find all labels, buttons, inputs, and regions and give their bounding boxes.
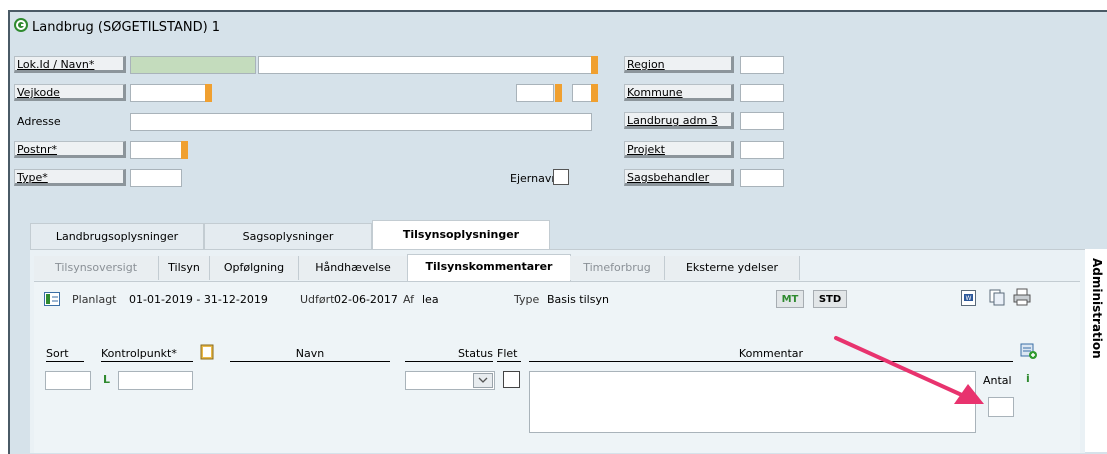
l-indicator: L	[103, 373, 111, 386]
col-kontrolpunkt: Kontrolpunkt*	[101, 347, 193, 362]
sort-input[interactable]	[45, 371, 91, 390]
administration-tab[interactable]: Administration	[1080, 258, 1104, 398]
lok-id-button[interactable]: Lok.Id / Navn*	[14, 56, 126, 73]
subtab-opfoelgning[interactable]: Opfølgning	[210, 256, 299, 280]
vejkode-button[interactable]: Vejkode	[14, 84, 126, 101]
type-label: Type	[514, 293, 540, 306]
info-icon[interactable]: i	[1026, 372, 1030, 385]
udfoert-value: 02-06-2017	[334, 293, 398, 306]
copy-icon[interactable]	[989, 289, 1005, 306]
book-icon[interactable]	[199, 344, 215, 360]
region-button[interactable]: Region	[624, 56, 734, 73]
subtab-haandhaevelse[interactable]: Håndhævelse	[299, 256, 408, 280]
col-navn: Navn	[230, 347, 390, 362]
adresse-input[interactable]	[130, 113, 592, 131]
record-icon[interactable]	[44, 292, 60, 306]
af-label: Af	[403, 293, 415, 306]
flet-checkbox[interactable]	[503, 371, 520, 388]
subtab-timeforbrug[interactable]: Timeforbrug	[570, 256, 665, 280]
std-button[interactable]: STD	[813, 290, 847, 308]
subtab-tilsynsoversigt[interactable]: Tilsynsoversigt	[34, 256, 159, 280]
region-input[interactable]	[740, 56, 784, 74]
mt-button[interactable]: MT	[776, 290, 804, 308]
col-sort: Sort	[46, 347, 84, 362]
lok-id-input[interactable]	[130, 56, 256, 74]
postnr-button[interactable]: Postnr*	[14, 141, 126, 158]
window-title: Landbrug (SØGETILSTAND) 1	[32, 20, 221, 35]
subtab-tilsyn[interactable]: Tilsyn	[159, 256, 210, 280]
ejernavn-checkbox[interactable]	[553, 169, 569, 185]
adresse-label: Adresse	[17, 115, 61, 128]
projekt-input[interactable]	[740, 141, 784, 159]
sagsbehandler-input[interactable]	[740, 169, 784, 187]
udfoert-label: Udført	[300, 293, 335, 306]
subtab-eksterne-ydelser[interactable]: Eksterne ydelser	[665, 256, 800, 280]
type-input[interactable]	[130, 169, 182, 187]
kommune-input[interactable]	[740, 84, 784, 102]
husnr-to-marker	[591, 84, 598, 102]
postnr-input[interactable]	[130, 141, 182, 159]
husnr-from-marker	[555, 84, 562, 102]
planlagt-value: 01-01-2019 - 31-12-2019	[129, 293, 268, 306]
col-flet: Flet	[497, 347, 521, 362]
postnr-required-marker	[181, 141, 188, 159]
chevron-down-icon[interactable]	[473, 373, 493, 388]
antal-input[interactable]	[988, 397, 1014, 417]
type-value: Basis tilsyn	[547, 293, 609, 306]
app-icon	[14, 18, 28, 32]
word-doc-icon[interactable]: W	[961, 290, 976, 306]
af-value: lea	[422, 293, 439, 306]
landbrug-adm-button[interactable]: Landbrug adm 3	[624, 112, 734, 129]
navn-input[interactable]	[258, 56, 592, 74]
add-row-icon[interactable]	[1020, 342, 1038, 360]
husnr-to-input[interactable]	[572, 84, 592, 102]
planlagt-label: Planlagt	[72, 293, 117, 306]
projekt-button[interactable]: Projekt	[624, 141, 734, 158]
navn-required-marker	[591, 56, 598, 74]
subtab-tilsynskommentarer[interactable]: Tilsynskommentarer	[407, 254, 571, 282]
col-status: Status	[405, 347, 493, 362]
sagsbehandler-button[interactable]: Sagsbehandler	[624, 169, 734, 186]
tab-tilsynsoplysninger[interactable]: Tilsynsoplysninger	[372, 220, 550, 250]
kommune-button[interactable]: Kommune	[624, 84, 734, 101]
print-icon[interactable]	[1013, 288, 1031, 306]
kontrolpunkt-input[interactable]	[118, 371, 193, 390]
tab-sagsoplysninger[interactable]: Sagsoplysninger	[204, 223, 372, 249]
annotation-arrow	[834, 336, 984, 404]
vejkode-input[interactable]	[130, 84, 208, 102]
tab-landbrugsoplysninger[interactable]: Landbrugsoplysninger	[30, 223, 204, 249]
landbrug-adm-input[interactable]	[740, 112, 784, 130]
svg-text:W: W	[966, 295, 972, 302]
vejkode-required-marker	[205, 84, 212, 102]
type-button[interactable]: Type*	[14, 169, 126, 186]
ejernavn-label: Ejernavn	[510, 172, 559, 185]
husnr-from-input[interactable]	[516, 84, 554, 102]
